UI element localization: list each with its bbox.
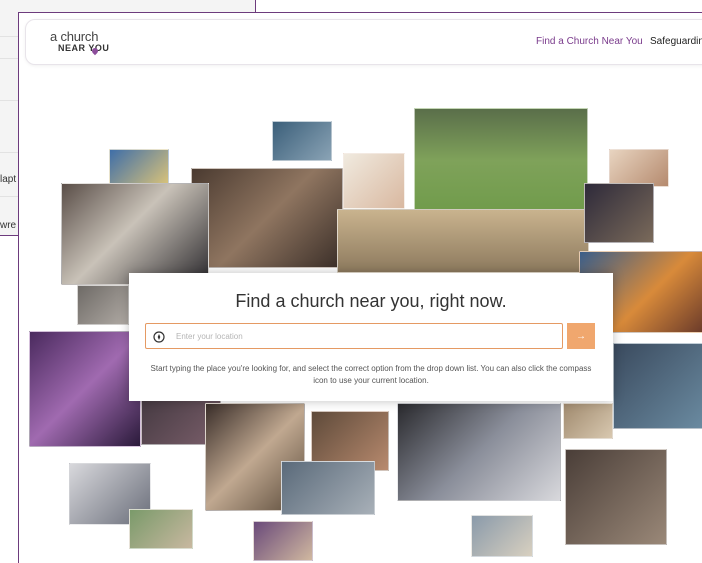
browser-window: a church NEAR YOU Find a Church Near You… [18, 12, 702, 563]
church-search-card: Find a church near you, right now. → Sta… [129, 273, 613, 401]
collage-photo [29, 331, 141, 447]
compass-icon[interactable] [153, 330, 165, 343]
collage-photo [563, 403, 613, 439]
collage-photo [613, 343, 702, 429]
collage-photo [272, 121, 332, 161]
collage-photo [129, 509, 193, 549]
collage-photo [414, 108, 588, 224]
arrow-right-icon: → [576, 330, 586, 342]
location-input[interactable] [176, 328, 556, 345]
site-logo[interactable]: a church NEAR YOU [50, 29, 120, 59]
collage-photo [397, 403, 561, 501]
location-search-box[interactable] [145, 323, 563, 349]
collage-photo [565, 449, 667, 545]
nav-find-church-link[interactable]: Find a Church Near You [536, 36, 643, 47]
collage-photo [584, 183, 654, 243]
search-go-button[interactable]: → [567, 323, 595, 349]
collage-photo [471, 515, 533, 557]
collage-photo [61, 183, 209, 285]
search-help-text: Start typing the place you're looking fo… [150, 364, 592, 385]
search-heading: Find a church near you, right now. [235, 291, 507, 311]
collage-photo [109, 149, 169, 185]
collage-photo [609, 149, 669, 187]
collage-photo [281, 461, 375, 515]
collage-photo [77, 285, 129, 325]
bg-text-snippet: lapt [0, 174, 17, 185]
collage-photo [343, 153, 405, 209]
nav-safeguarding-link[interactable]: Safeguarding [650, 36, 702, 47]
site-header: a church NEAR YOU Find a Church Near You… [25, 19, 702, 65]
bg-text-snippet: wre [0, 220, 17, 231]
collage-photo [191, 168, 343, 268]
collage-photo [253, 521, 313, 561]
collage-photo [337, 209, 589, 273]
logo-text-top: a church [50, 29, 99, 44]
logo-text-bottom: NEAR YOU [58, 43, 110, 53]
